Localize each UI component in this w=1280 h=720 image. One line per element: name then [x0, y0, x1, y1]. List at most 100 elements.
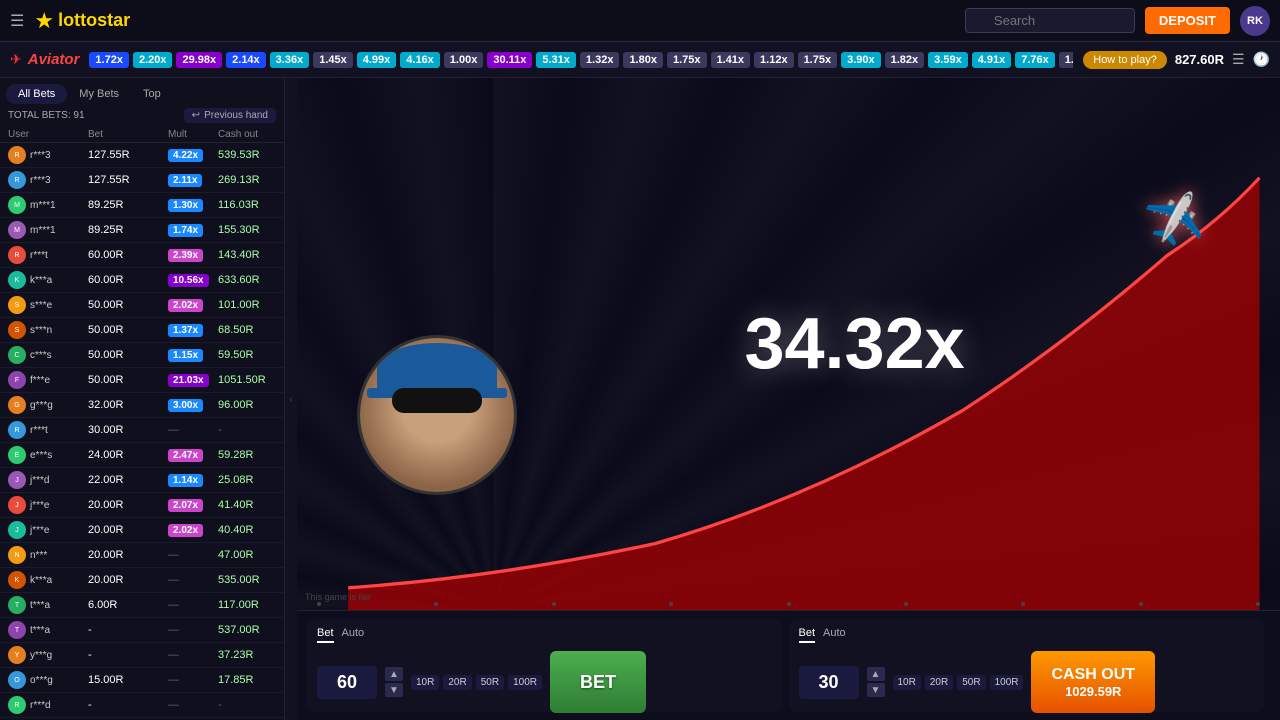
multiplier-badge[interactable]: 3.59x [928, 52, 968, 68]
history-icon: ↩ [192, 110, 200, 121]
increment-button-1[interactable]: ▲ [385, 667, 403, 681]
panel-tab-auto[interactable]: Auto [342, 625, 365, 643]
multiplier-badge[interactable]: 1.75x [667, 52, 707, 68]
bets-tab-top[interactable]: Top [131, 84, 173, 104]
quick-bet-button[interactable]: 50R [957, 675, 985, 690]
previous-hand-button[interactable]: ↩ Previous hand [184, 108, 276, 123]
multiplier-badge[interactable]: 4.99x [357, 52, 397, 68]
user-cell: K k***a [8, 271, 88, 289]
cashout-cell: 101.00R [218, 299, 284, 311]
multiplier-badge[interactable]: 1.41x [711, 52, 751, 68]
axis-dot [434, 602, 438, 606]
multiplier-badge[interactable]: 7.76x [1015, 52, 1055, 68]
user-avatar: R [8, 246, 26, 264]
multiplier-badge[interactable]: 4.16x [400, 52, 440, 68]
quick-bet-button[interactable]: 20R [443, 675, 471, 690]
cashout-cell: 59.28R [218, 449, 284, 461]
multiplier-badge[interactable]: 5.31x [536, 52, 576, 68]
quick-bet-button[interactable]: 100R [508, 675, 542, 690]
settings-icon[interactable]: ☰ [1232, 51, 1245, 68]
webcam-face [360, 338, 514, 492]
multiplier-badge[interactable]: 3.36x [270, 52, 310, 68]
multiplier-badge[interactable]: 1.75x [798, 52, 838, 68]
deposit-button[interactable]: DEPOSIT [1145, 7, 1230, 34]
table-row: T t***a - — 537.00R [0, 618, 284, 643]
search-wrapper: 🔍 [965, 8, 1135, 33]
table-row: J j***e 20.00R 2.02x 40.40R [0, 518, 284, 543]
multiplier-badge[interactable]: 1.11x [1059, 52, 1074, 68]
mult-empty: — [168, 599, 179, 611]
bet-amount-cell: 20.00R [88, 524, 168, 536]
multiplier-badge[interactable]: 1.45x [313, 52, 353, 68]
quick-bet-button[interactable]: 10R [893, 675, 921, 690]
quick-bet-button[interactable]: 20R [925, 675, 953, 690]
multiplier-badge[interactable]: 2.14x [226, 52, 266, 68]
avatar[interactable]: RK [1240, 6, 1270, 36]
panel-tab-auto[interactable]: Auto [823, 625, 846, 643]
mult-pill: 2.07x [168, 499, 203, 512]
left-panel: All BetsMy BetsTop TOTAL BETS: 91 ↩ Prev… [0, 78, 285, 720]
cashout-cell: 535.00R [218, 574, 284, 586]
multiplier-badge[interactable]: 1.82x [885, 52, 925, 68]
decrement-button-1[interactable]: ▼ [385, 683, 403, 697]
bet-button[interactable]: BET [550, 651, 646, 713]
multiplier-badge[interactable]: 1.32x [580, 52, 620, 68]
quick-bet-button[interactable]: 10R [411, 675, 439, 690]
cashout-button[interactable]: CASH OUT 1029.59R [1031, 651, 1155, 713]
user-name: t***a [30, 600, 50, 611]
stepper-2: ▲ ▼ [867, 667, 885, 697]
mult-cell: 2.02x [168, 299, 218, 311]
cashout-cell: 143.40R [218, 249, 284, 261]
bets-tab-all-bets[interactable]: All Bets [6, 84, 67, 104]
user-cell: R r***t [8, 421, 88, 439]
cashout-cell: 539.53R [218, 149, 284, 161]
increment-button-2[interactable]: ▲ [867, 667, 885, 681]
multiplier-badge[interactable]: 1.12x [754, 52, 794, 68]
panel-toggle[interactable]: ‹ [285, 78, 297, 720]
mult-cell: 1.74x [168, 224, 218, 236]
mult-cell: — [168, 699, 218, 711]
multiplier-badge[interactable]: 30.11x [487, 52, 532, 68]
quick-bet-button[interactable]: 100R [990, 675, 1024, 690]
panel-tab-bet[interactable]: Bet [799, 625, 816, 643]
multiplier-badge[interactable]: 3.90x [841, 52, 881, 68]
bet-amount-cell: - [88, 699, 168, 711]
mult-cell: 1.15x [168, 349, 218, 361]
user-cell: J j***e [8, 521, 88, 539]
user-name: c***s [30, 350, 52, 361]
quick-bet-button[interactable]: 50R [476, 675, 504, 690]
user-cell: T t***a [8, 596, 88, 614]
mult-empty: — [168, 549, 179, 561]
user-cell: O o***g [8, 671, 88, 689]
hamburger-icon[interactable]: ☰ [10, 11, 24, 31]
search-input[interactable] [965, 8, 1135, 33]
user-avatar: R [8, 696, 26, 714]
game-area: 34.32x ✈️ [297, 78, 1280, 720]
multiplier-badge[interactable]: 1.00x [444, 52, 484, 68]
bets-list: R r***3 127.55R 4.22x 539.53R R r***3 12… [0, 143, 284, 720]
mult-empty: — [168, 424, 179, 436]
table-row: R r***3 127.55R 2.11x 269.13R [0, 168, 284, 193]
bottom-controls: BetAuto 60 ▲ ▼ 10R20R50R100R BET BetAuto… [297, 610, 1280, 720]
multiplier-badge[interactable]: 1.80x [623, 52, 663, 68]
bets-tab-my-bets[interactable]: My Bets [67, 84, 131, 104]
multiplier-strip: 1.72x2.20x29.98x2.14x3.36x1.45x4.99x4.16… [89, 52, 1073, 68]
multiplier-badge[interactable]: 2.20x [133, 52, 173, 68]
mult-pill: 2.02x [168, 299, 203, 312]
multiplier-badge[interactable]: 29.98x [176, 52, 222, 68]
multiplier-badge[interactable]: 4.91x [972, 52, 1012, 68]
user-cell: J j***e [8, 496, 88, 514]
how-to-play-button[interactable]: How to play? [1083, 51, 1167, 69]
user-name: t***a [30, 625, 50, 636]
axis-dot [1256, 602, 1260, 606]
mult-cell: 1.14x [168, 474, 218, 486]
multiplier-badge[interactable]: 1.72x [89, 52, 129, 68]
user-avatar: R [8, 171, 26, 189]
panel-tab-bet[interactable]: Bet [317, 625, 334, 643]
panel2-tabs: Bet Auto [799, 625, 1255, 643]
aviator-title: Aviator [28, 51, 80, 68]
clock-icon[interactable]: 🕐 [1253, 51, 1270, 68]
user-cell: N n*** [8, 546, 88, 564]
mult-cell: 2.07x [168, 499, 218, 511]
decrement-button-2[interactable]: ▼ [867, 683, 885, 697]
